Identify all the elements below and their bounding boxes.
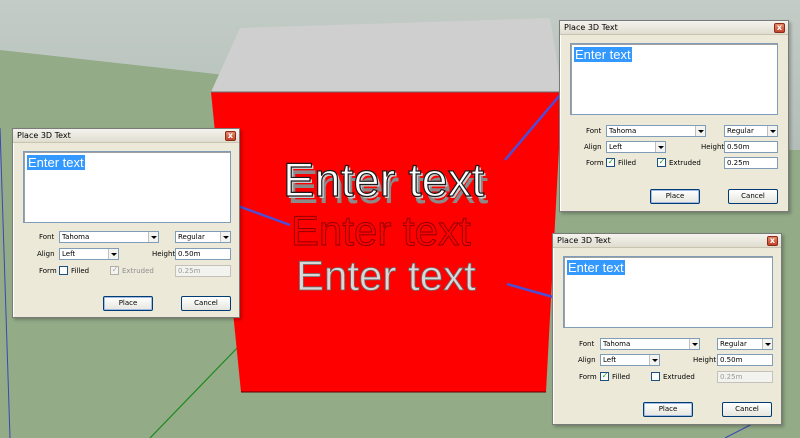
place-button[interactable]: Place [103, 296, 153, 311]
height-input[interactable]: 0.50m [175, 248, 231, 260]
font-select[interactable]: Tahoma [59, 231, 159, 243]
cube-top-face [211, 18, 562, 92]
height-label: Height [152, 250, 176, 258]
close-icon[interactable]: x [225, 131, 236, 141]
chevron-down-icon[interactable] [689, 339, 699, 349]
dialog-title: Place 3D Text [557, 236, 611, 245]
align-select-value: Left [609, 143, 623, 151]
font-label: Font [39, 233, 55, 241]
style-select-value: Regular [178, 233, 205, 241]
font-select-value: Tahoma [603, 340, 631, 348]
chevron-down-icon[interactable] [767, 126, 777, 136]
height-label: Height [693, 356, 717, 364]
align-label: Align [37, 250, 55, 258]
filled-label: Filled [612, 373, 631, 381]
check-icon: ✓ [658, 157, 666, 166]
font-select-value: Tahoma [62, 233, 90, 241]
text-input[interactable]: Enter text [23, 151, 231, 223]
cancel-button[interactable]: Cancel [728, 189, 778, 204]
height-value: 0.50m [720, 356, 743, 364]
height-label: Height [701, 143, 725, 151]
chevron-down-icon[interactable] [108, 249, 118, 259]
font-select[interactable]: Tahoma [606, 125, 706, 137]
align-select-value: Left [603, 356, 617, 364]
chevron-down-icon[interactable] [649, 355, 659, 365]
place-3d-text-dialog-bottom-right: Place 3D Text x Enter text Font Tahoma R… [552, 233, 782, 425]
selected-text: Enter text [27, 155, 85, 170]
form-label: Form [586, 159, 604, 167]
place-3d-text-dialog-left: Place 3D Text x Enter text Font Tahoma R… [12, 128, 240, 318]
align-select[interactable]: Left [600, 354, 660, 366]
check-icon: ✓ [607, 157, 615, 166]
outline-3d-text[interactable]: Enter text [291, 207, 472, 255]
check-icon: ✓ [601, 371, 609, 380]
style-select[interactable]: Regular [175, 231, 231, 243]
height-value: 0.50m [727, 143, 750, 151]
style-select[interactable]: Regular [724, 125, 778, 137]
extruded-label: Extruded [122, 267, 154, 275]
filled-checkbox[interactable]: ✓ [600, 371, 609, 381]
selected-text: Enter text [567, 260, 625, 275]
extrude-value: 0.25m [178, 267, 201, 275]
cancel-button[interactable]: Cancel [181, 296, 231, 311]
cancel-button[interactable]: Cancel [722, 402, 772, 417]
dialog-title: Place 3D Text [564, 23, 618, 32]
align-select[interactable]: Left [59, 248, 119, 260]
extruded-label: Extruded [663, 373, 695, 381]
extruded-checkbox[interactable]: ✓ [657, 157, 666, 167]
extrude-input[interactable]: 0.25m [175, 265, 231, 277]
font-select[interactable]: Tahoma [600, 338, 700, 350]
chevron-down-icon[interactable] [655, 142, 665, 152]
dialog-titlebar[interactable]: Place 3D Text x [560, 21, 788, 35]
style-select-value: Regular [727, 127, 754, 135]
place-button[interactable]: Place [650, 189, 700, 204]
filled-checkbox[interactable]: ✓ [606, 157, 615, 167]
height-value: 0.50m [178, 250, 201, 258]
style-select-value: Regular [720, 340, 747, 348]
font-select-value: Tahoma [609, 127, 637, 135]
filled-3d-text[interactable]: Enter text [296, 252, 477, 300]
style-select[interactable]: Regular [717, 338, 773, 350]
align-label: Align [578, 356, 596, 364]
height-input[interactable]: 0.50m [717, 354, 773, 366]
text-input[interactable]: Enter text [570, 43, 778, 115]
extrude-input[interactable]: 0.25m [724, 157, 778, 169]
selected-text: Enter text [574, 47, 632, 62]
place-button[interactable]: Place [643, 402, 693, 417]
align-label: Align [584, 143, 602, 151]
chevron-down-icon[interactable] [762, 339, 772, 349]
chevron-down-icon[interactable] [220, 232, 230, 242]
align-select-value: Left [62, 250, 76, 258]
extrude-value: 0.25m [720, 373, 743, 381]
extruded-label: Extruded [669, 159, 701, 167]
chevron-down-icon[interactable] [148, 232, 158, 242]
align-select[interactable]: Left [606, 141, 666, 153]
chevron-down-icon[interactable] [695, 126, 705, 136]
filled-label: Filled [71, 267, 90, 275]
close-icon[interactable]: x [767, 236, 778, 246]
place-3d-text-dialog-top-right: Place 3D Text x Enter text Font Tahoma R… [559, 20, 789, 212]
extruded-checkbox[interactable] [651, 372, 660, 381]
filled-checkbox[interactable] [59, 266, 68, 275]
dialog-title: Place 3D Text [17, 131, 71, 140]
form-label: Form [579, 373, 597, 381]
font-label: Font [579, 340, 595, 348]
extrude-value: 0.25m [727, 159, 750, 167]
extruded-checkbox[interactable]: ✓ [110, 265, 119, 275]
dialog-titlebar[interactable]: Place 3D Text x [553, 234, 781, 248]
extrude-input[interactable]: 0.25m [717, 371, 773, 383]
height-input[interactable]: 0.50m [724, 141, 778, 153]
filled-label: Filled [618, 159, 637, 167]
check-icon: ✓ [111, 265, 119, 274]
text-input[interactable]: Enter text [563, 256, 773, 328]
font-label: Font [586, 127, 602, 135]
extruded-3d-text[interactable]: Enter text [282, 152, 484, 206]
close-icon[interactable]: x [774, 23, 785, 33]
form-label: Form [39, 267, 57, 275]
dialog-titlebar[interactable]: Place 3D Text x [13, 129, 239, 143]
